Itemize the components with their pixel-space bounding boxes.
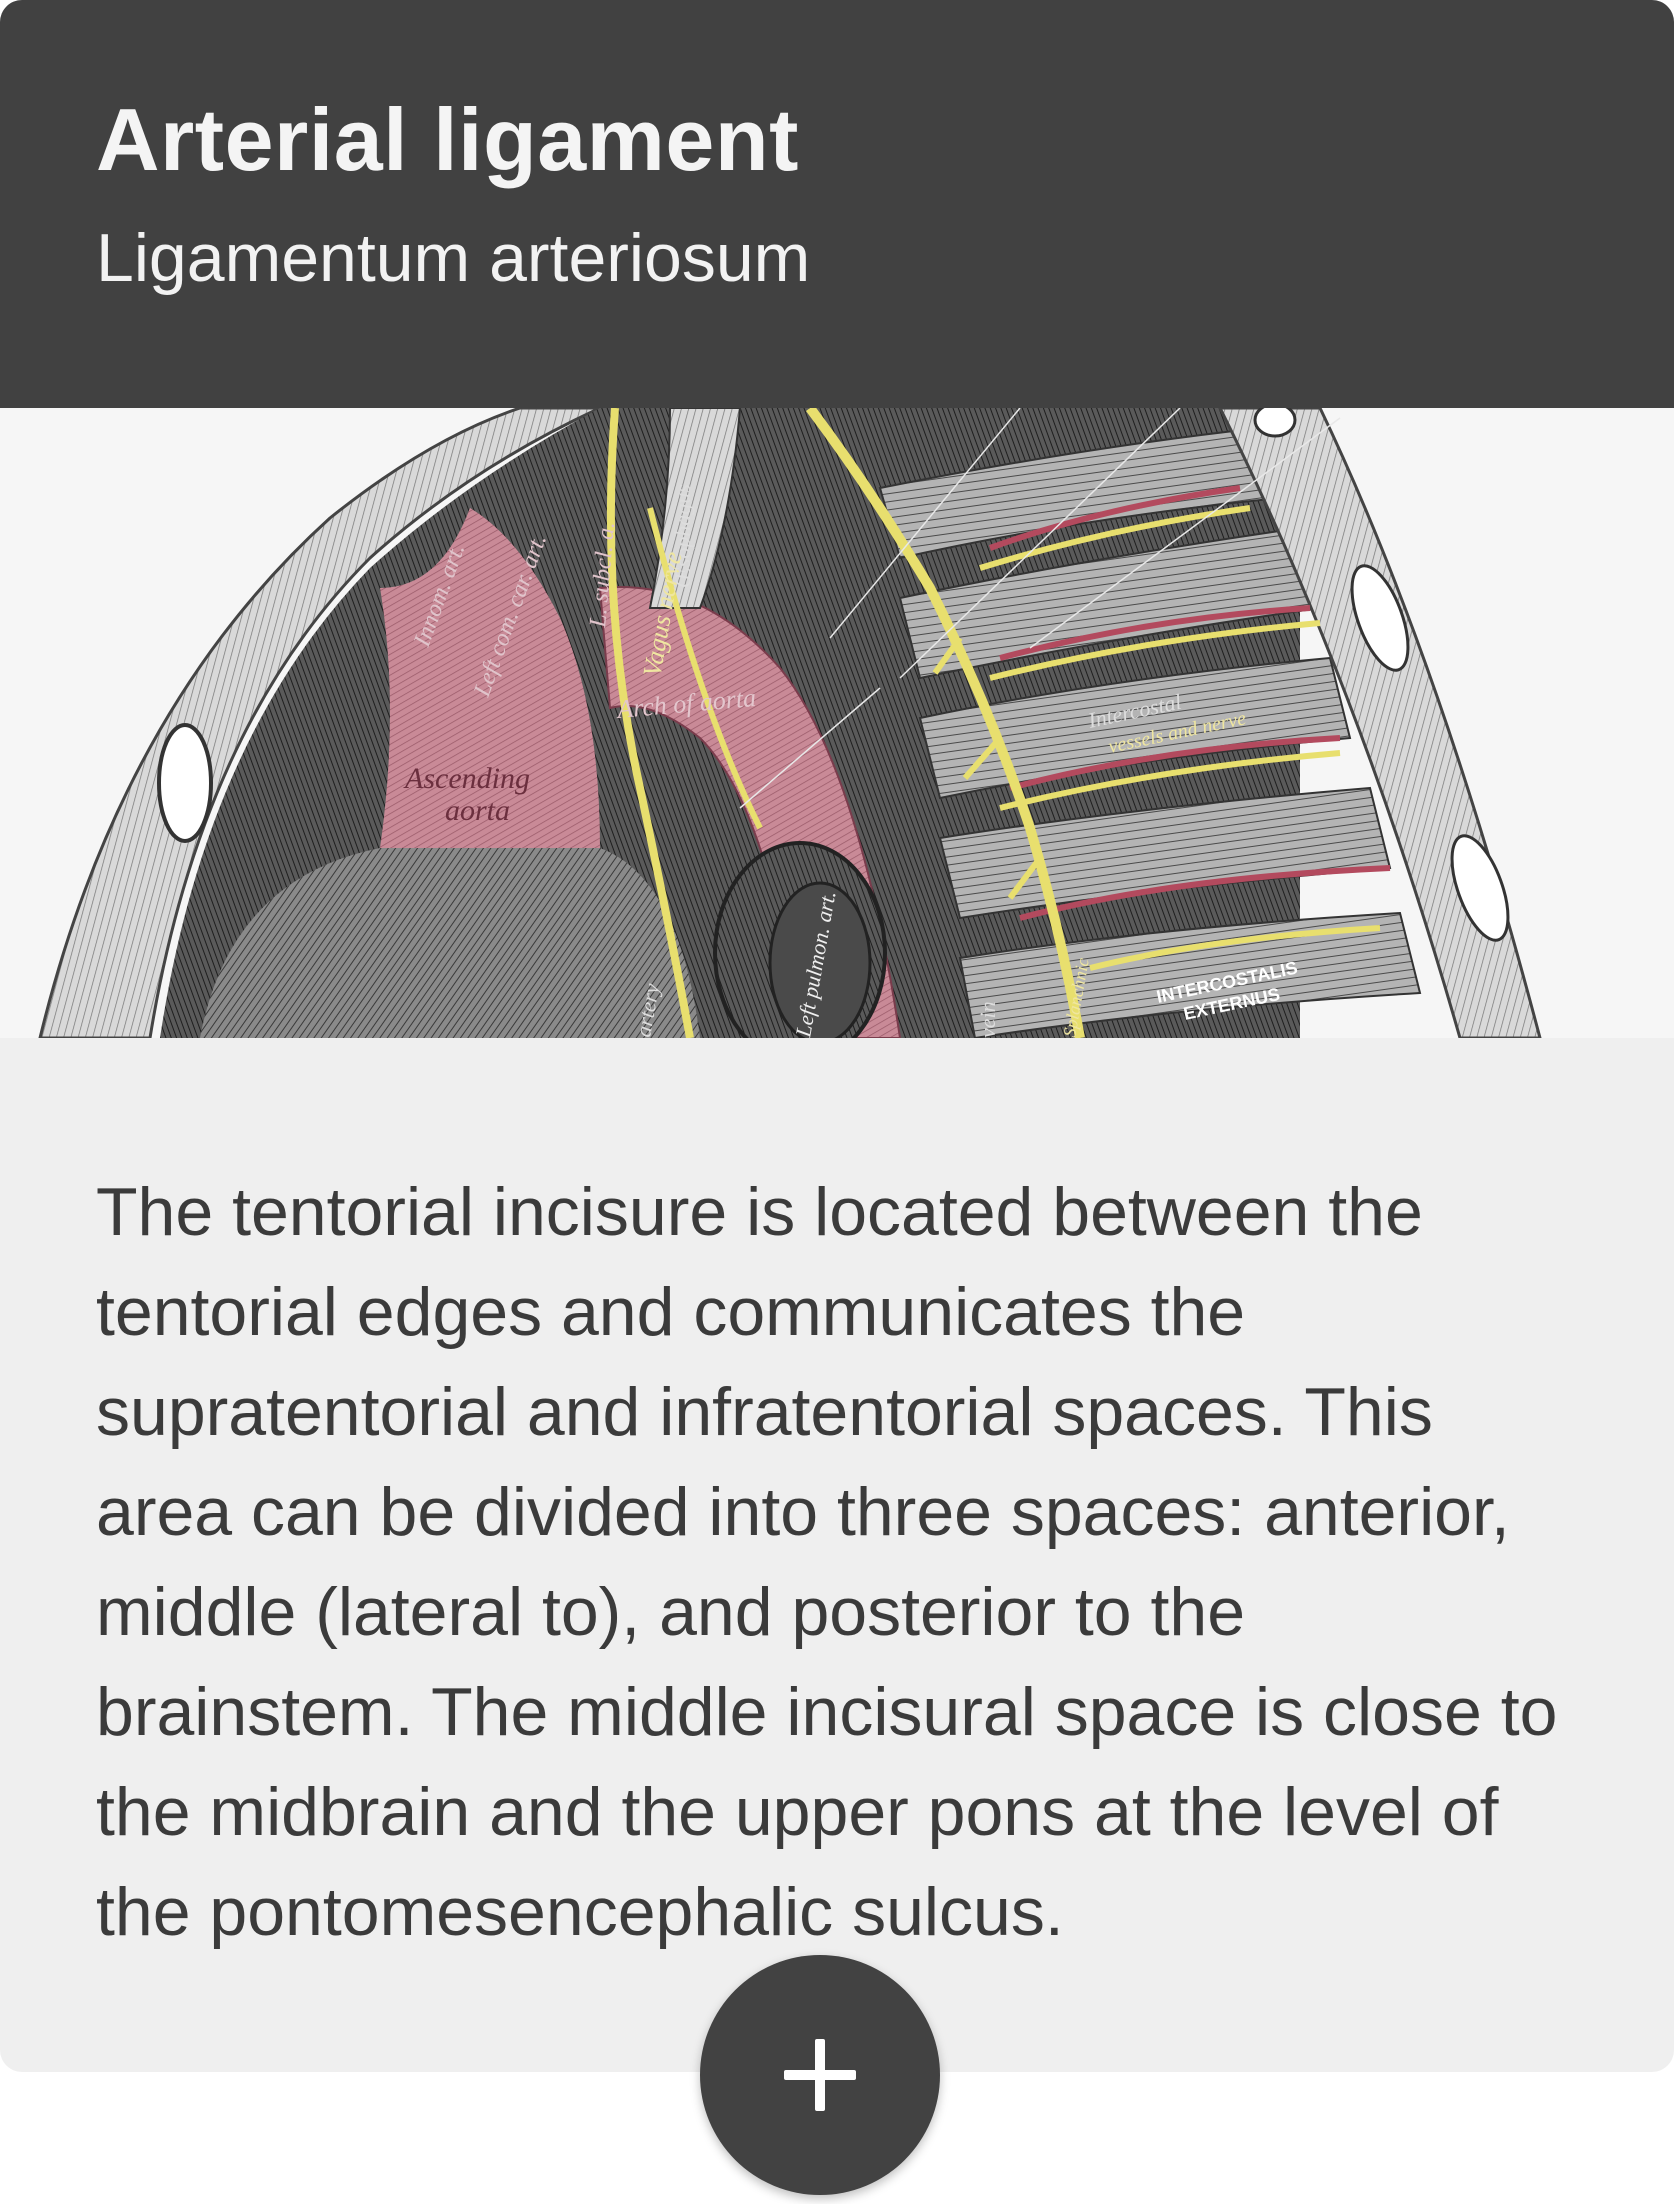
card-title: Arterial ligament xyxy=(96,90,799,189)
card-description: The tentorial incisure is located betwee… xyxy=(96,1174,1558,1950)
plus-icon xyxy=(784,2039,856,2111)
expand-button[interactable] xyxy=(700,1955,940,2195)
rib-cross-section-4 xyxy=(1253,408,1297,438)
label-ascending: Ascending xyxy=(403,762,530,795)
card-subtitle: Ligamentum arteriosum xyxy=(96,220,811,296)
rib-cross-section xyxy=(157,723,213,843)
label-aorta: aorta xyxy=(445,794,510,827)
label-esophagus: Œsophagus xyxy=(670,484,695,588)
anatomy-illustration: Innom. art. Left com. car. art. L. subcl… xyxy=(0,408,1674,1038)
article-card: Arterial ligament Ligamentum arteriosum xyxy=(0,0,1674,2072)
anatomy-drawing: Innom. art. Left com. car. art. L. subcl… xyxy=(0,408,1674,1038)
card-header: Arterial ligament Ligamentum arteriosum xyxy=(0,0,1674,408)
label-vein: vein xyxy=(975,1001,1000,1038)
